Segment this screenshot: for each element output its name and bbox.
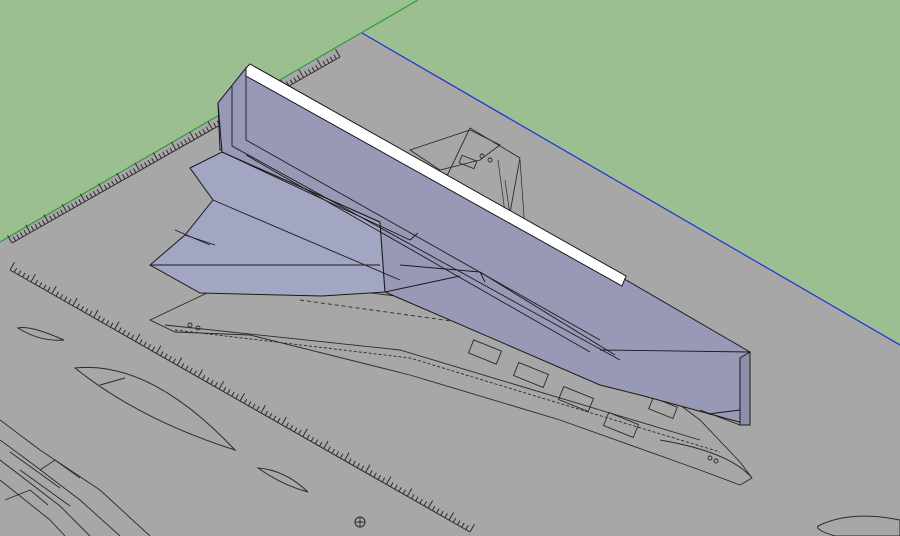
wing-right-end bbox=[739, 351, 751, 426]
scene-canvas[interactable] bbox=[0, 0, 900, 536]
sketchup-3d-viewport[interactable] bbox=[0, 0, 900, 536]
